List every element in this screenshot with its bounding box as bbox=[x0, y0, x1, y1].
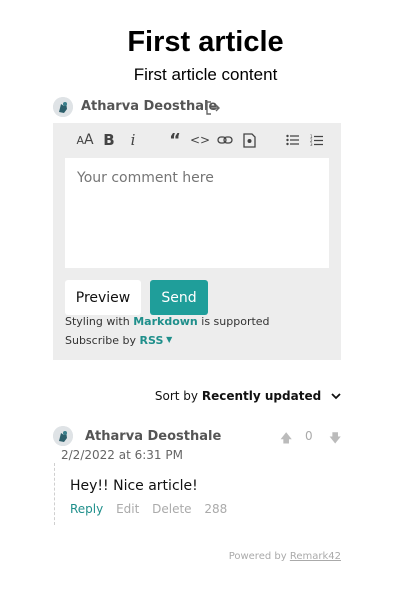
avatar bbox=[53, 426, 73, 446]
sort-value[interactable]: Recently updated bbox=[202, 389, 321, 403]
powered-by-label: Powered by bbox=[228, 551, 287, 562]
thread-line bbox=[54, 463, 55, 525]
editor-toolbar: AA B i “ <> 123 bbox=[53, 123, 341, 157]
send-button[interactable]: Send bbox=[150, 280, 208, 315]
caret-down-icon: ▼ bbox=[163, 335, 173, 344]
article-content: First article content bbox=[133, 65, 278, 84]
downvote-icon[interactable]: 🡇 bbox=[329, 429, 341, 450]
rss-dropdown[interactable]: RSS ▼ bbox=[140, 334, 173, 347]
sort-label: Sort by bbox=[154, 389, 199, 403]
quote-icon[interactable]: “ bbox=[167, 130, 183, 151]
svg-text:3: 3 bbox=[310, 142, 313, 147]
edit-countdown: 288 bbox=[204, 502, 228, 516]
markdown-hint: Styling with Markdown is supported bbox=[65, 315, 270, 328]
powered-by: Powered by Remark42 bbox=[229, 551, 341, 562]
code-icon[interactable]: <> bbox=[190, 131, 210, 149]
reply-button[interactable]: Reply bbox=[70, 502, 103, 516]
upvote-icon[interactable]: 🡅 bbox=[280, 429, 292, 450]
comment-actions: Reply Edit Delete 288 bbox=[70, 502, 236, 516]
bold-icon[interactable]: B bbox=[102, 131, 116, 149]
header-icon[interactable]: AA bbox=[75, 131, 95, 149]
link-icon[interactable] bbox=[216, 131, 234, 149]
chevron-down-icon[interactable] bbox=[331, 393, 341, 400]
italic-icon[interactable]: i bbox=[127, 131, 139, 149]
preview-button[interactable]: Preview bbox=[65, 280, 141, 315]
subscribe-label: Subscribe by bbox=[65, 334, 137, 347]
remark42-link[interactable]: Remark42 bbox=[290, 551, 341, 562]
image-icon[interactable] bbox=[241, 131, 257, 149]
comment-score: 0 bbox=[305, 429, 313, 443]
comment-date[interactable]: 2/2/2022 at 6:31 PM bbox=[61, 448, 183, 462]
comment-text: Hey!! Nice article! bbox=[70, 478, 198, 494]
delete-button[interactable]: Delete bbox=[152, 502, 191, 516]
avatar bbox=[53, 97, 73, 117]
markdown-hint-suffix: is supported bbox=[201, 315, 270, 328]
comment-header: Atharva Deosthale 🡅 0 🡇 bbox=[53, 426, 341, 450]
edit-button[interactable]: Edit bbox=[116, 502, 139, 516]
rss-label: RSS bbox=[139, 334, 164, 347]
unordered-list-icon[interactable] bbox=[285, 131, 301, 149]
markdown-link[interactable]: Markdown bbox=[133, 315, 198, 328]
logout-icon[interactable] bbox=[205, 100, 221, 116]
comment-input[interactable] bbox=[65, 158, 329, 268]
comment-editor: AA B i “ <> 123 Preview Send Styling wit… bbox=[53, 123, 341, 360]
article-title: First article bbox=[127, 26, 284, 58]
ordered-list-icon[interactable]: 123 bbox=[309, 131, 325, 149]
markdown-hint-prefix: Styling with bbox=[65, 315, 130, 328]
subscribe-row: Subscribe by RSS ▼ bbox=[65, 334, 172, 347]
sort-control[interactable]: Sort by Recently updated bbox=[155, 389, 341, 403]
current-user-name[interactable]: Atharva Deosthale bbox=[81, 99, 217, 114]
comment-author[interactable]: Atharva Deosthale bbox=[85, 429, 221, 444]
